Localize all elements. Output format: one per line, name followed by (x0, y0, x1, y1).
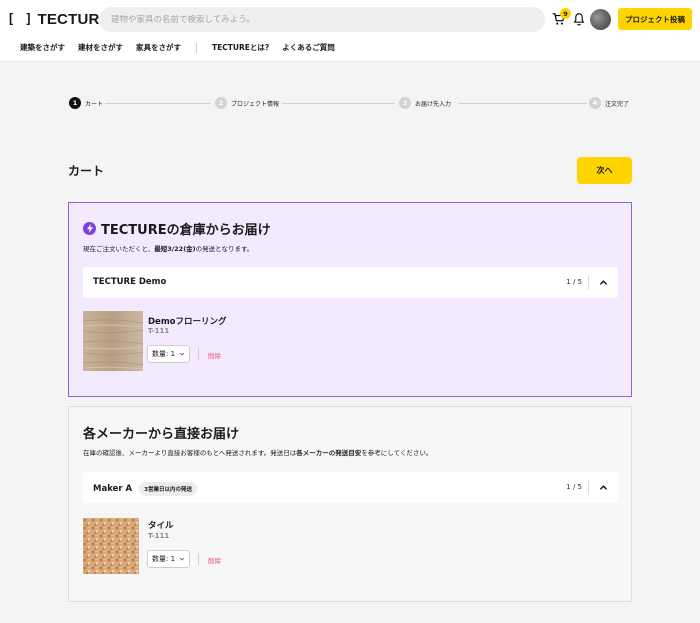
step-number: 2 (215, 97, 227, 109)
quantity-select[interactable]: 数量: 1 (147, 550, 190, 568)
step-label: プロジェクト情報 (231, 100, 280, 108)
delete-button[interactable]: 削除 (208, 350, 221, 360)
group-name: TECTURE Demo (93, 277, 167, 287)
step-label: カート (85, 100, 104, 108)
nav-divider (196, 42, 197, 53)
product-name[interactable]: Demoフローリング (148, 315, 227, 327)
quantity-select[interactable]: 数量: 1 (147, 345, 190, 363)
section-description: 在庫の確認後、メーカーより直接お客様のもとへ発送されます。発送日は各メーカーの発… (83, 447, 432, 457)
group-header[interactable]: TECTURE Demo 1 / 5 (83, 267, 618, 298)
step-number: 1 (69, 97, 81, 109)
page-title: カート (68, 164, 105, 178)
step-cart: 1 カート (69, 97, 103, 109)
desc-text: 現在ご注文いただくと、 (83, 245, 155, 253)
post-project-button[interactable]: プロジェクト投稿 (618, 8, 692, 30)
bell-icon[interactable] (573, 12, 585, 26)
divider (198, 553, 199, 565)
search-bar[interactable] (99, 7, 545, 32)
step-complete: 4 注文完了 (589, 97, 629, 109)
cart-badge: 9 (560, 8, 571, 19)
section-title: 各メーカーから直接お届け (83, 423, 239, 442)
divider (198, 348, 199, 360)
maker-section: 各メーカーから直接お届け 在庫の確認後、メーカーより直接お客様のもとへ発送されま… (68, 406, 632, 602)
chevron-down-icon (179, 352, 185, 356)
desc-emphasis: 最短3/22(金) (154, 245, 196, 253)
section-title-text: TECTUREの倉庫からお届け (101, 223, 271, 238)
checkout-stepper: 1 カート 2 プロジェクト情報 3 お届け先入力 4 注文完了 (69, 97, 632, 111)
step-project-info: 2 プロジェクト情報 (215, 97, 279, 109)
section-description: 現在ご注文いただくと、最短3/22(金)の発送となります。 (83, 243, 253, 253)
nav-about[interactable]: TECTUREとは? (212, 42, 269, 53)
section-title-text: 各メーカーから直接お届け (83, 427, 240, 442)
step-label: お届け先入力 (415, 100, 452, 108)
shipping-badge: 3営業日以内の発送 (139, 482, 197, 496)
product-sku: T-111 (148, 327, 170, 335)
step-shipping: 3 お届け先入力 (399, 97, 451, 109)
nav-furniture[interactable]: 家具をさがす (136, 42, 181, 53)
chevron-down-icon (179, 557, 185, 561)
next-button[interactable]: 次へ (577, 157, 632, 184)
divider (588, 275, 589, 290)
main-nav: 建築をさがす 建材をさがす 家具をさがす TECTUREとは? よくあるご質問 (20, 42, 348, 53)
tecture-logo[interactable]: [ ] TECTURE (7, 10, 110, 28)
desc-text: を参考にしてください。 (361, 449, 433, 457)
step-connector (105, 103, 211, 104)
desc-text: 在庫の確認後、メーカーより直接お客様のもとへ発送されます。発送日は (83, 449, 297, 457)
step-number: 3 (399, 97, 411, 109)
search-input[interactable] (111, 14, 545, 25)
nav-architecture[interactable]: 建築をさがす (20, 42, 65, 53)
group-count: 1 / 5 (566, 278, 582, 286)
step-connector (459, 103, 587, 104)
product-name[interactable]: タイル (148, 519, 174, 531)
step-label: 注文完了 (605, 100, 630, 108)
nav-faq[interactable]: よくあるご質問 (282, 42, 335, 53)
group-name-wrap: Maker A 3営業日以内の発送 (93, 482, 197, 496)
desc-emphasis: 各メーカーの発送目安 (296, 449, 362, 457)
warehouse-section: TECTUREの倉庫からお届け 現在ご注文いただくと、最短3/22(金)の発送と… (68, 202, 632, 397)
nav-materials[interactable]: 建材をさがす (78, 42, 123, 53)
step-connector (282, 103, 395, 104)
chevron-up-icon[interactable] (599, 278, 608, 287)
section-title: TECTUREの倉庫からお届け (83, 219, 271, 238)
product-sku: T-111 (148, 532, 170, 540)
group-header[interactable]: Maker A 3営業日以内の発送 1 / 5 (83, 472, 618, 503)
chevron-up-icon[interactable] (599, 483, 608, 492)
top-header: [ ] TECTURE 9 プロジェクト投稿 建築をさがす 建材をさがす 家具を… (0, 0, 700, 62)
logo-bracket-mark: [ ] (7, 11, 34, 27)
flooring-product-image[interactable] (83, 311, 143, 371)
tile-product-image[interactable] (83, 518, 139, 574)
desc-text: の発送となります。 (195, 245, 254, 253)
quantity-value: 数量: 1 (152, 350, 176, 358)
lightning-icon (83, 222, 96, 235)
user-avatar[interactable] (590, 9, 611, 30)
divider (588, 480, 589, 495)
step-number: 4 (589, 97, 601, 109)
delete-button[interactable]: 削除 (208, 555, 221, 565)
quantity-value: 数量: 1 (152, 555, 176, 563)
group-name: Maker A (93, 484, 133, 494)
group-count: 1 / 5 (566, 483, 582, 491)
